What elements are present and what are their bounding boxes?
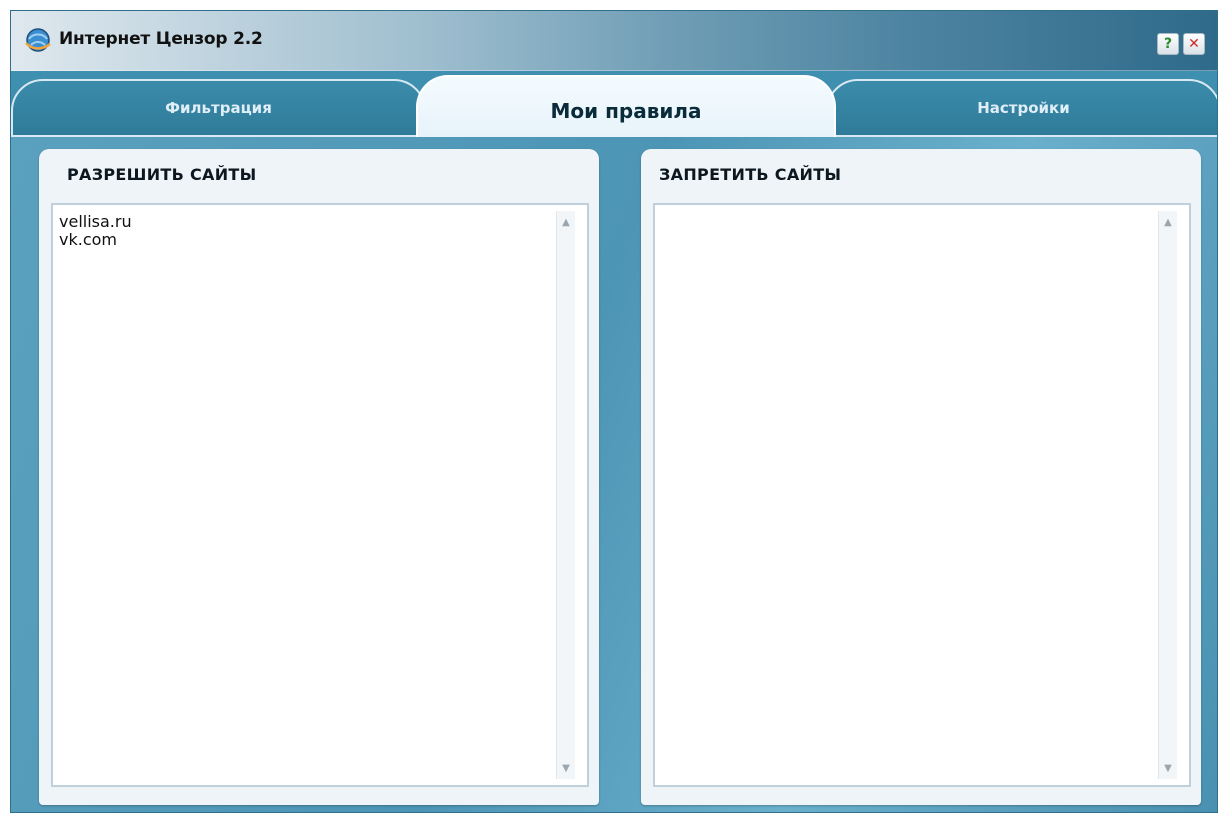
allow-sites-title: РАЗРЕШИТЬ САЙТЫ	[67, 165, 257, 184]
title-bar[interactable]: Интернет Цензор 2.2 ? ✕	[11, 11, 1217, 71]
list-item[interactable]: vk.com	[59, 231, 549, 249]
globe-icon	[25, 28, 51, 52]
list-item[interactable]: vellisa.ru	[59, 213, 549, 231]
scroll-down-icon[interactable]: ▼	[1159, 759, 1177, 777]
tab-filtering[interactable]: Фильтрация	[11, 79, 426, 137]
tab-bar: Фильтрация Настройки Мои правила	[11, 71, 1217, 137]
block-sites-list[interactable]: ▲ ▼	[653, 203, 1191, 787]
block-sites-title: ЗАПРЕТИТЬ САЙТЫ	[659, 165, 842, 184]
allow-sites-list[interactable]: vellisa.ru vk.com ▲ ▼	[51, 203, 589, 787]
allow-sites-panel: РАЗРЕШИТЬ САЙТЫ vellisa.ru vk.com ▲ ▼	[39, 149, 599, 805]
tab-label: Настройки	[977, 99, 1070, 117]
app-window: Интернет Цензор 2.2 ? ✕ Фильтрация Настр…	[10, 10, 1218, 813]
scroll-up-icon[interactable]: ▲	[557, 213, 575, 231]
allow-list-scrollbar[interactable]: ▲ ▼	[556, 211, 575, 779]
allow-list-items: vellisa.ru vk.com	[59, 213, 549, 779]
block-list-scrollbar[interactable]: ▲ ▼	[1158, 211, 1177, 779]
close-button[interactable]: ✕	[1183, 33, 1205, 55]
block-list-items	[661, 213, 1151, 779]
block-sites-panel: ЗАПРЕТИТЬ САЙТЫ ▲ ▼	[641, 149, 1201, 805]
close-icon: ✕	[1188, 36, 1200, 52]
tab-settings[interactable]: Настройки	[826, 79, 1217, 137]
tab-my-rules[interactable]: Мои правила	[416, 75, 836, 137]
scroll-up-icon[interactable]: ▲	[1159, 213, 1177, 231]
tab-label: Мои правила	[550, 99, 702, 123]
app-title: Интернет Цензор 2.2	[59, 29, 263, 49]
help-icon: ?	[1163, 36, 1173, 52]
scroll-down-icon[interactable]: ▼	[557, 759, 575, 777]
content-area: РАЗРЕШИТЬ САЙТЫ vellisa.ru vk.com ▲ ▼ ЗА…	[11, 137, 1217, 812]
tab-label: Фильтрация	[165, 99, 272, 117]
help-button[interactable]: ?	[1157, 33, 1179, 55]
